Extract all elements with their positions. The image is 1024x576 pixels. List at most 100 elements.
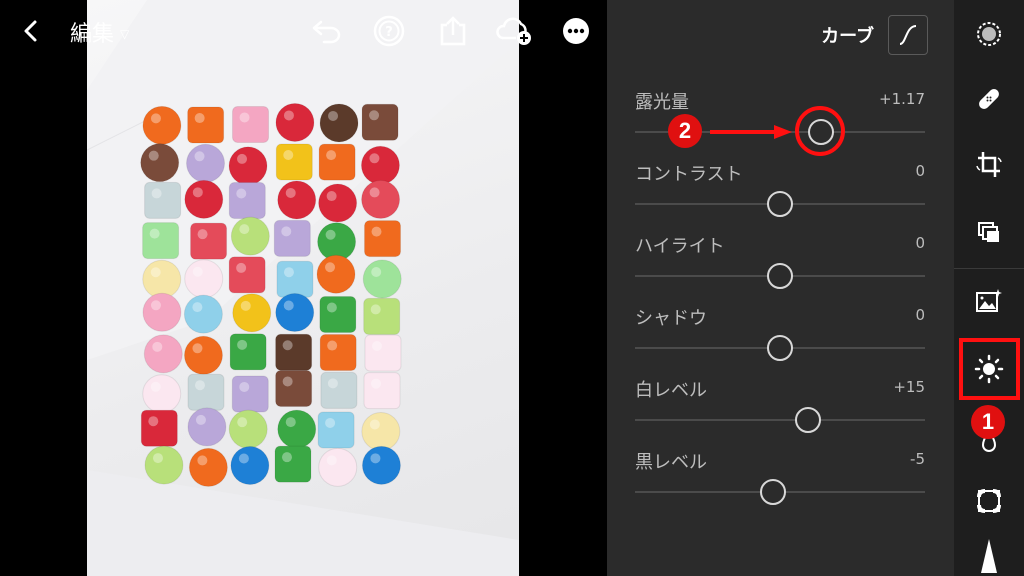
slider-value: +15 (893, 378, 925, 396)
candy-highlight (237, 339, 248, 350)
candy-highlight (326, 150, 337, 161)
shadows-slider[interactable]: シャドウ 0 (635, 304, 925, 364)
whites-slider[interactable]: 白レベル +15 (635, 376, 925, 436)
candy (363, 297, 401, 335)
highlights-slider[interactable]: ハイライト 0 (635, 232, 925, 292)
step-badge-2: 2 (668, 114, 702, 148)
candy-highlight (369, 187, 380, 198)
candy (361, 445, 401, 485)
candy-highlight (239, 381, 250, 392)
candy (275, 102, 315, 142)
candy-highlight (151, 188, 162, 199)
slider-track[interactable] (635, 419, 925, 421)
light-panel: カーブ 露光量 +1.17 コントラスト 0 ハイライト 0 シャドウ 0 白レ… (607, 0, 954, 576)
candy-highlight (283, 149, 294, 160)
candy (142, 259, 182, 299)
candy-highlight (192, 187, 203, 198)
candy (275, 293, 315, 333)
candy-highlight (192, 302, 203, 313)
share-icon[interactable] (436, 14, 470, 48)
candy (188, 447, 228, 487)
slider-thumb[interactable] (767, 263, 793, 289)
candy (228, 256, 266, 294)
candy (318, 143, 356, 181)
versions-icon[interactable] (954, 204, 1024, 262)
candy-highlight (239, 112, 250, 123)
svg-text:?: ? (385, 25, 393, 40)
help-icon[interactable]: ? (372, 14, 406, 48)
candy (230, 216, 270, 256)
candy (190, 222, 228, 260)
candy (361, 179, 401, 219)
slider-value: 0 (915, 306, 925, 324)
blacks-slider[interactable]: 黒レベル -5 (635, 448, 925, 508)
candy-highlight (325, 262, 336, 273)
candy (229, 333, 267, 371)
candy-highlight (370, 304, 381, 315)
slider-thumb[interactable] (767, 335, 793, 361)
candy-highlight (194, 151, 205, 162)
candy-highlight (371, 378, 382, 389)
candy-highlight (148, 150, 159, 161)
slider-label: 黒レベル (635, 452, 707, 473)
candy-highlight (282, 340, 293, 351)
candy-highlight (369, 419, 380, 430)
candy (318, 183, 358, 223)
candy-highlight (283, 267, 294, 278)
candy-photo[interactable] (87, 0, 519, 576)
lightroom-editor: 編集 ▽ ? カーブ 露光量 +1.17 コントラスト 0 ハイライト 0 シャ… (0, 0, 1024, 576)
curve-button[interactable] (888, 15, 928, 55)
crop-icon[interactable] (954, 136, 1024, 194)
edit-menu[interactable]: 編集 ▽ (70, 16, 129, 48)
candy (183, 335, 223, 375)
detail-icon[interactable] (954, 524, 1024, 576)
candy-highlight (239, 224, 250, 235)
slider-thumb[interactable] (759, 479, 786, 505)
candy (186, 143, 226, 183)
candy-highlight (283, 110, 294, 121)
exposure-thumb-highlight (795, 106, 845, 156)
healing-icon[interactable] (954, 70, 1024, 128)
slider-value: 0 (915, 234, 925, 252)
tool-strip (954, 0, 1024, 576)
slider-thumb[interactable] (794, 407, 821, 433)
candy (187, 106, 225, 144)
effects-icon[interactable] (954, 472, 1024, 530)
presets-icon[interactable] (954, 272, 1024, 330)
candy (230, 446, 270, 486)
candy-highlight (369, 110, 380, 121)
light-tool-highlight (959, 338, 1020, 400)
slider-thumb[interactable] (767, 191, 793, 217)
candy (142, 292, 182, 332)
candy-highlight (285, 417, 296, 428)
candy-highlight (236, 262, 247, 273)
candy-highlight (326, 302, 337, 313)
candy-highlight (194, 380, 205, 391)
curve-row: カーブ (821, 15, 928, 55)
candy (364, 220, 402, 258)
candy-highlight (325, 229, 336, 240)
candy-highlight (149, 228, 160, 239)
contrast-slider[interactable]: コントラスト 0 (635, 160, 925, 220)
candy (232, 293, 272, 333)
selective-icon[interactable] (954, 5, 1024, 63)
chevron-left-icon[interactable] (14, 14, 48, 48)
candy-highlight (369, 153, 380, 164)
candy-highlight (150, 381, 161, 392)
candy-highlight (370, 453, 381, 464)
undo-icon[interactable] (310, 14, 344, 48)
more-icon[interactable] (559, 14, 593, 48)
candy-highlight (152, 453, 163, 464)
candy (140, 143, 180, 183)
tool-separator (954, 268, 1024, 269)
candy (144, 181, 182, 219)
slider-label: ハイライト (635, 236, 725, 257)
candy-highlight (150, 267, 161, 278)
candy (276, 260, 314, 298)
cloud-add-icon[interactable] (494, 14, 534, 48)
candy (228, 181, 266, 219)
top-toolbar: 編集 ▽ ? (0, 0, 607, 64)
candy (187, 373, 225, 411)
candy-highlight (195, 414, 206, 425)
candy (142, 374, 182, 414)
